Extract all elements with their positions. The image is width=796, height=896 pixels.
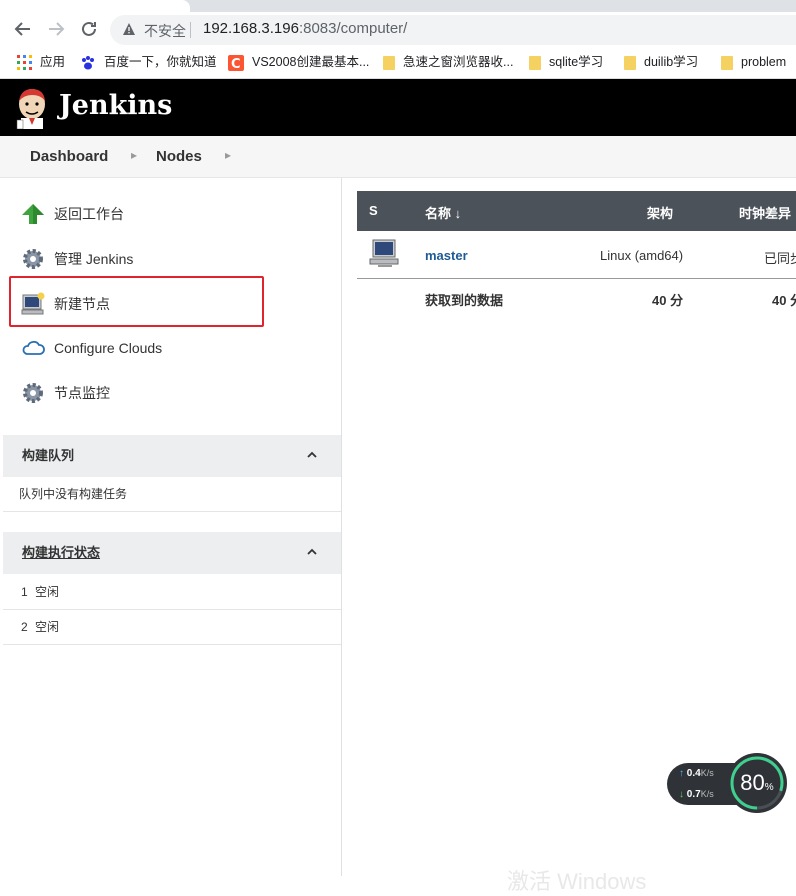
upload-arrow-icon: ↑ <box>679 768 684 779</box>
jenkins-header: Jenkins <box>0 79 796 136</box>
warning-icon <box>123 23 135 35</box>
bookmark-folder-duilib[interactable]: duilib学习 <box>624 53 698 71</box>
forward-arrow-icon <box>49 22 65 36</box>
apps-grid-icon <box>17 55 32 71</box>
bookmarks-bar: 应用 百度一下，你就知道 C VS2008创建最基本... 急速之窗浏览器收...… <box>0 46 796 79</box>
table-footer-row: 获取到的数据 40 分 40 分 <box>357 279 796 317</box>
node-link-master[interactable]: master <box>425 248 468 263</box>
data-obtained-architecture: 40 分 <box>652 293 684 308</box>
folder-icon <box>721 55 733 70</box>
node-architecture: Linux (amd64) <box>600 248 684 263</box>
bookmark-vs2008[interactable]: C VS2008创建最基本... <box>228 53 369 71</box>
baidu-paw-icon <box>82 55 94 70</box>
up-arrow-icon <box>22 204 44 224</box>
column-status[interactable]: S <box>369 203 378 218</box>
memory-gauge[interactable]: 80% <box>727 753 787 813</box>
cloud-icon <box>22 340 45 355</box>
gear-icon <box>23 249 43 269</box>
column-architecture[interactable]: 架构 <box>647 203 673 222</box>
activation-watermark: 激活 Windows <box>507 869 647 894</box>
column-clock-difference[interactable]: 时钟差异 <box>739 203 791 222</box>
executor-row: 1 空闲 <box>3 575 341 610</box>
bookmark-folder-problem[interactable]: problem <box>721 53 786 71</box>
chevron-up-icon[interactable] <box>307 547 317 557</box>
back-arrow-icon <box>14 22 30 36</box>
bookmark-apps[interactable]: 应用 <box>17 53 65 71</box>
folder-icon <box>383 55 395 70</box>
bookmark-folder-sqlite[interactable]: sqlite学习 <box>529 53 603 71</box>
browser-toolbar: 不安全 192.168.3.196:8083/computer/ <box>0 12 796 46</box>
chevron-up-icon[interactable] <box>307 450 317 460</box>
nodes-table-header: S 名称 ↓ 架构 时钟差异 <box>357 191 796 231</box>
reload-button[interactable] <box>78 18 100 40</box>
highlight-annotation <box>9 276 264 327</box>
breadcrumb-nodes[interactable]: Nodes <box>156 148 202 165</box>
download-arrow-icon: ↓ <box>679 789 684 800</box>
data-obtained-label: 获取到的数据 <box>425 293 504 308</box>
folder-icon <box>529 55 541 70</box>
jenkins-title[interactable]: Jenkins <box>59 90 172 121</box>
jenkins-logo-icon[interactable] <box>15 87 49 129</box>
breadcrumb: Dashboard ▸ Nodes ▸ <box>0 136 796 178</box>
forward-button[interactable] <box>45 18 67 40</box>
table-row: master Linux (amd64) 已同步 <box>357 231 796 279</box>
data-obtained-clock: 40 分 <box>772 293 796 308</box>
csdn-icon: C <box>228 54 244 71</box>
executor-row: 2 空闲 <box>3 610 341 645</box>
bookmark-baidu[interactable]: 百度一下，你就知道 <box>80 53 217 71</box>
breadcrumb-dashboard[interactable]: Dashboard <box>30 148 108 165</box>
url-text: 192.168.3.196:8083/computer/ <box>203 20 408 37</box>
insecure-label: 不安全 <box>144 23 186 39</box>
active-tab[interactable] <box>0 0 190 12</box>
svg-text:C: C <box>231 57 241 71</box>
breadcrumb-chevron-icon[interactable]: ▸ <box>131 148 137 162</box>
download-speed: ↓ 0.7K/s <box>679 789 714 800</box>
gauge-percent: 80% <box>740 770 774 795</box>
executors-header[interactable]: 构建执行状态 <box>3 532 341 574</box>
omnibox-divider <box>190 22 191 38</box>
upload-speed: ↑ 0.4K/s <box>679 768 714 779</box>
breadcrumb-chevron-icon[interactable]: ▸ <box>225 148 231 162</box>
folder-icon <box>624 55 636 70</box>
column-name[interactable]: 名称 ↓ <box>425 203 461 222</box>
side-panel: 返回工作台 管理 Jenkins 新建节点 Configure Clouds 节… <box>0 178 342 876</box>
browser-tab-strip <box>0 0 796 12</box>
bookmark-folder-1[interactable]: 急速之窗浏览器收... <box>383 53 513 71</box>
build-queue-header[interactable]: 构建队列 <box>3 435 341 477</box>
computer-icon <box>369 239 399 267</box>
node-clock-difference: 已同步 <box>764 251 796 266</box>
back-button[interactable] <box>12 18 34 40</box>
gear-icon <box>23 383 43 403</box>
address-bar[interactable]: 不安全 192.168.3.196:8083/computer/ <box>110 15 796 45</box>
build-queue-empty: 队列中没有构建任务 <box>3 477 341 512</box>
reload-icon <box>82 21 96 36</box>
